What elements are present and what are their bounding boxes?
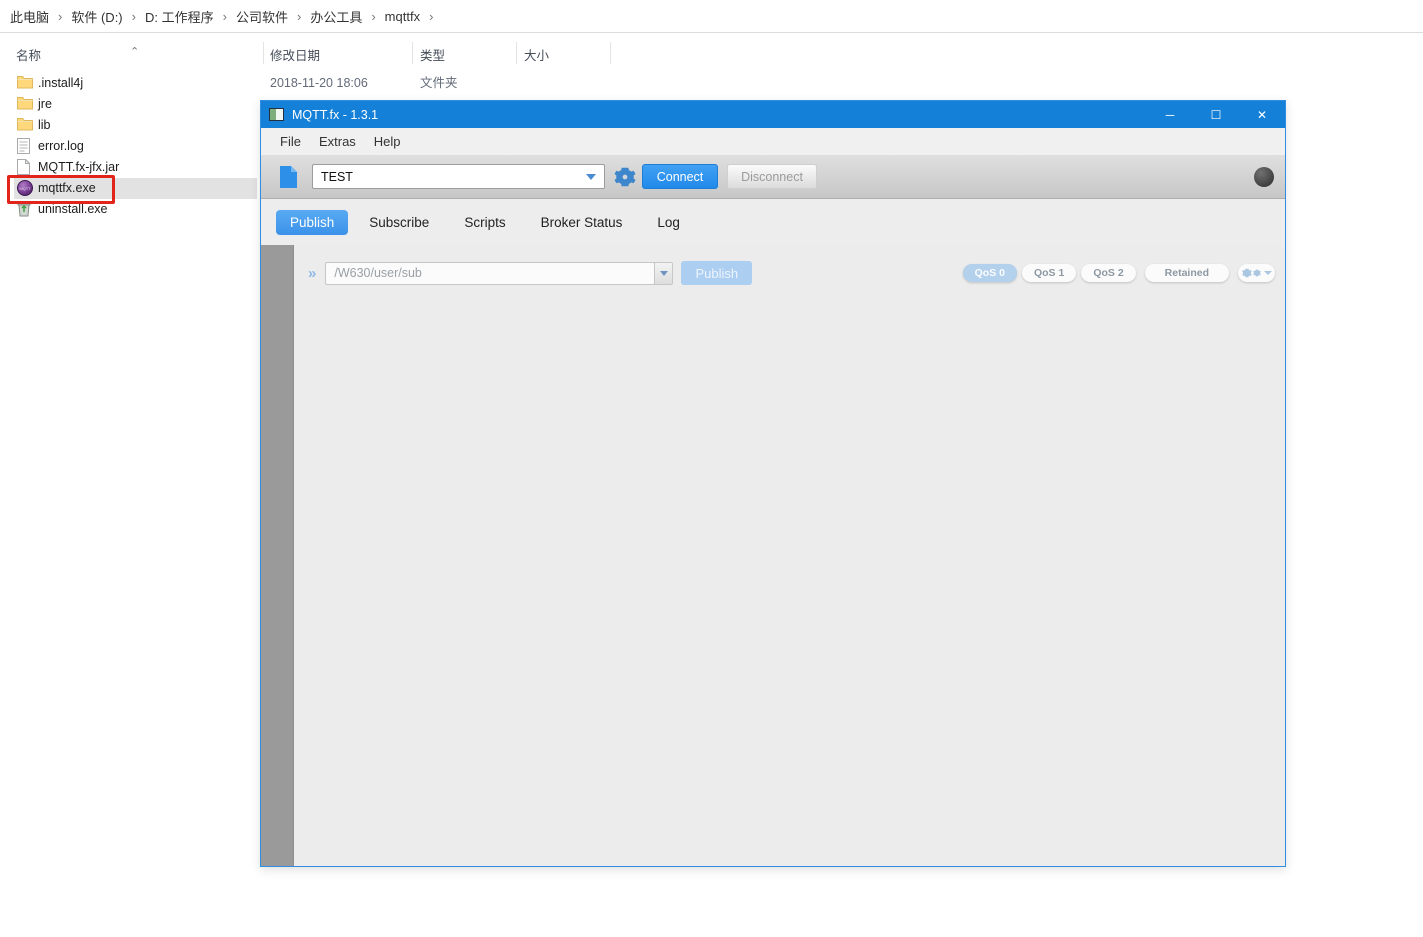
column-divider[interactable] — [516, 42, 517, 64]
breadcrumb-item[interactable]: 软件 (D:) — [71, 7, 122, 26]
publish-settings-dropdown[interactable] — [1238, 264, 1275, 282]
menubar: FileExtrasHelp — [261, 128, 1285, 155]
publish-options: QoS 0 QoS 1 QoS 2 Retained — [963, 264, 1275, 282]
menu-item-help[interactable]: Help — [365, 134, 410, 149]
folder-icon — [17, 117, 33, 133]
file-name: .install4j — [38, 73, 83, 94]
connection-bar: TEST Connect Disconnect — [261, 155, 1285, 199]
log-file-icon — [17, 138, 33, 154]
breadcrumb-separator-icon: › — [297, 9, 301, 24]
mqttfx-window: MQTT.fx - 1.3.1 ─ ☐ ✕ FileExtrasHelp TES… — [260, 100, 1286, 867]
breadcrumb-item[interactable]: D: 工作程序 — [145, 7, 214, 26]
connection-profile-select[interactable]: TEST — [312, 164, 605, 189]
tab-broker-status[interactable]: Broker Status — [527, 210, 637, 235]
breadcrumb: 此电脑 › 软件 (D:) › D: 工作程序 › 公司软件 › 办公工具 › mqttfx › — [0, 0, 1423, 33]
breadcrumb-separator-icon: › — [429, 9, 433, 24]
annotation-red-box — [7, 175, 115, 204]
breadcrumb-item[interactable]: 办公工具 — [310, 7, 362, 26]
publish-row: » /W630/user/sub Publish QoS 0 QoS 1 QoS 2… — [294, 261, 1285, 285]
column-divider[interactable] — [263, 42, 264, 64]
expand-chevron-icon[interactable]: » — [308, 265, 316, 282]
file-name: jre — [38, 94, 52, 115]
menu-item-extras[interactable]: Extras — [310, 134, 365, 149]
menu-item-file[interactable]: File — [271, 134, 310, 149]
qos-toggle-qos-0[interactable]: QoS 0 — [963, 264, 1017, 282]
connection-settings-gear-icon[interactable] — [614, 166, 636, 188]
gear-icon — [1253, 269, 1261, 277]
column-header-type[interactable]: 类型 — [420, 45, 445, 64]
breadcrumb-item[interactable]: mqttfx — [385, 9, 420, 24]
file-name: lib — [38, 115, 51, 136]
breadcrumb-separator-icon: › — [223, 9, 227, 24]
tab-publish[interactable]: Publish — [276, 210, 348, 235]
chevron-down-icon — [660, 271, 668, 276]
file-list-column-headers: ⌃ 名称 修改日期 类型 大小 — [0, 40, 1423, 66]
column-divider[interactable] — [412, 42, 413, 64]
file-row[interactable]: .install4j 2018-11-20 18:06 文件夹 — [0, 73, 660, 94]
connect-button[interactable]: Connect — [642, 164, 718, 189]
column-header-date[interactable]: 修改日期 — [270, 45, 320, 64]
maximize-button[interactable]: ☐ — [1193, 101, 1239, 128]
folder-icon — [17, 75, 33, 91]
publish-tab-panel: » /W630/user/sub Publish QoS 0 QoS 1 QoS 2… — [294, 245, 1285, 866]
tab-scripts[interactable]: Scripts — [450, 210, 519, 235]
breadcrumb-separator-icon: › — [58, 9, 62, 24]
file-name: error.log — [38, 136, 84, 157]
disconnect-button[interactable]: Disconnect — [727, 164, 817, 189]
column-divider[interactable] — [610, 42, 611, 64]
content-area: » /W630/user/sub Publish QoS 0 QoS 1 QoS 2… — [261, 245, 1285, 866]
tab-log[interactable]: Log — [643, 210, 694, 235]
connection-status-indicator — [1254, 167, 1274, 187]
topic-dropdown-button[interactable] — [654, 262, 673, 285]
gear-icon — [1242, 268, 1252, 278]
breadcrumb-item[interactable]: 此电脑 — [10, 7, 49, 26]
qos-toggle-qos-2[interactable]: QoS 2 — [1081, 264, 1135, 282]
chevron-down-icon — [1264, 271, 1272, 275]
window-title: MQTT.fx - 1.3.1 — [292, 108, 378, 122]
column-header-name[interactable]: 名称 — [16, 45, 41, 64]
breadcrumb-item[interactable]: 公司软件 — [236, 7, 288, 26]
chevron-down-icon — [586, 174, 596, 180]
close-button[interactable]: ✕ — [1239, 101, 1285, 128]
breadcrumb-separator-icon: › — [132, 9, 136, 24]
tab-subscribe[interactable]: Subscribe — [355, 210, 443, 235]
file-type: 文件夹 — [420, 73, 458, 94]
publish-topic-value: /W630/user/sub — [334, 266, 422, 280]
connection-profile-value: TEST — [321, 170, 586, 184]
column-header-size[interactable]: 大小 — [524, 45, 549, 64]
titlebar[interactable]: MQTT.fx - 1.3.1 ─ ☐ ✕ — [261, 101, 1285, 128]
connection-profile-icon[interactable] — [279, 165, 298, 189]
folder-icon — [17, 96, 33, 112]
app-window-icon — [269, 108, 284, 121]
sort-ascending-icon: ⌃ — [130, 45, 139, 58]
file-modified-date: 2018-11-20 18:06 — [270, 73, 368, 94]
qos-toggle-qos-1[interactable]: QoS 1 — [1022, 264, 1076, 282]
retained-toggle[interactable]: Retained — [1145, 264, 1229, 282]
tab-bar: Publish Subscribe Scripts Broker StatusLog — [261, 199, 1285, 245]
jar-file-icon — [17, 159, 33, 175]
collapsed-side-panel[interactable] — [261, 245, 294, 866]
breadcrumb-separator-icon: › — [371, 9, 375, 24]
publish-button[interactable]: Publish — [681, 261, 752, 285]
publish-topic-input[interactable]: /W630/user/sub — [325, 262, 655, 285]
minimize-button[interactable]: ─ — [1147, 101, 1193, 128]
